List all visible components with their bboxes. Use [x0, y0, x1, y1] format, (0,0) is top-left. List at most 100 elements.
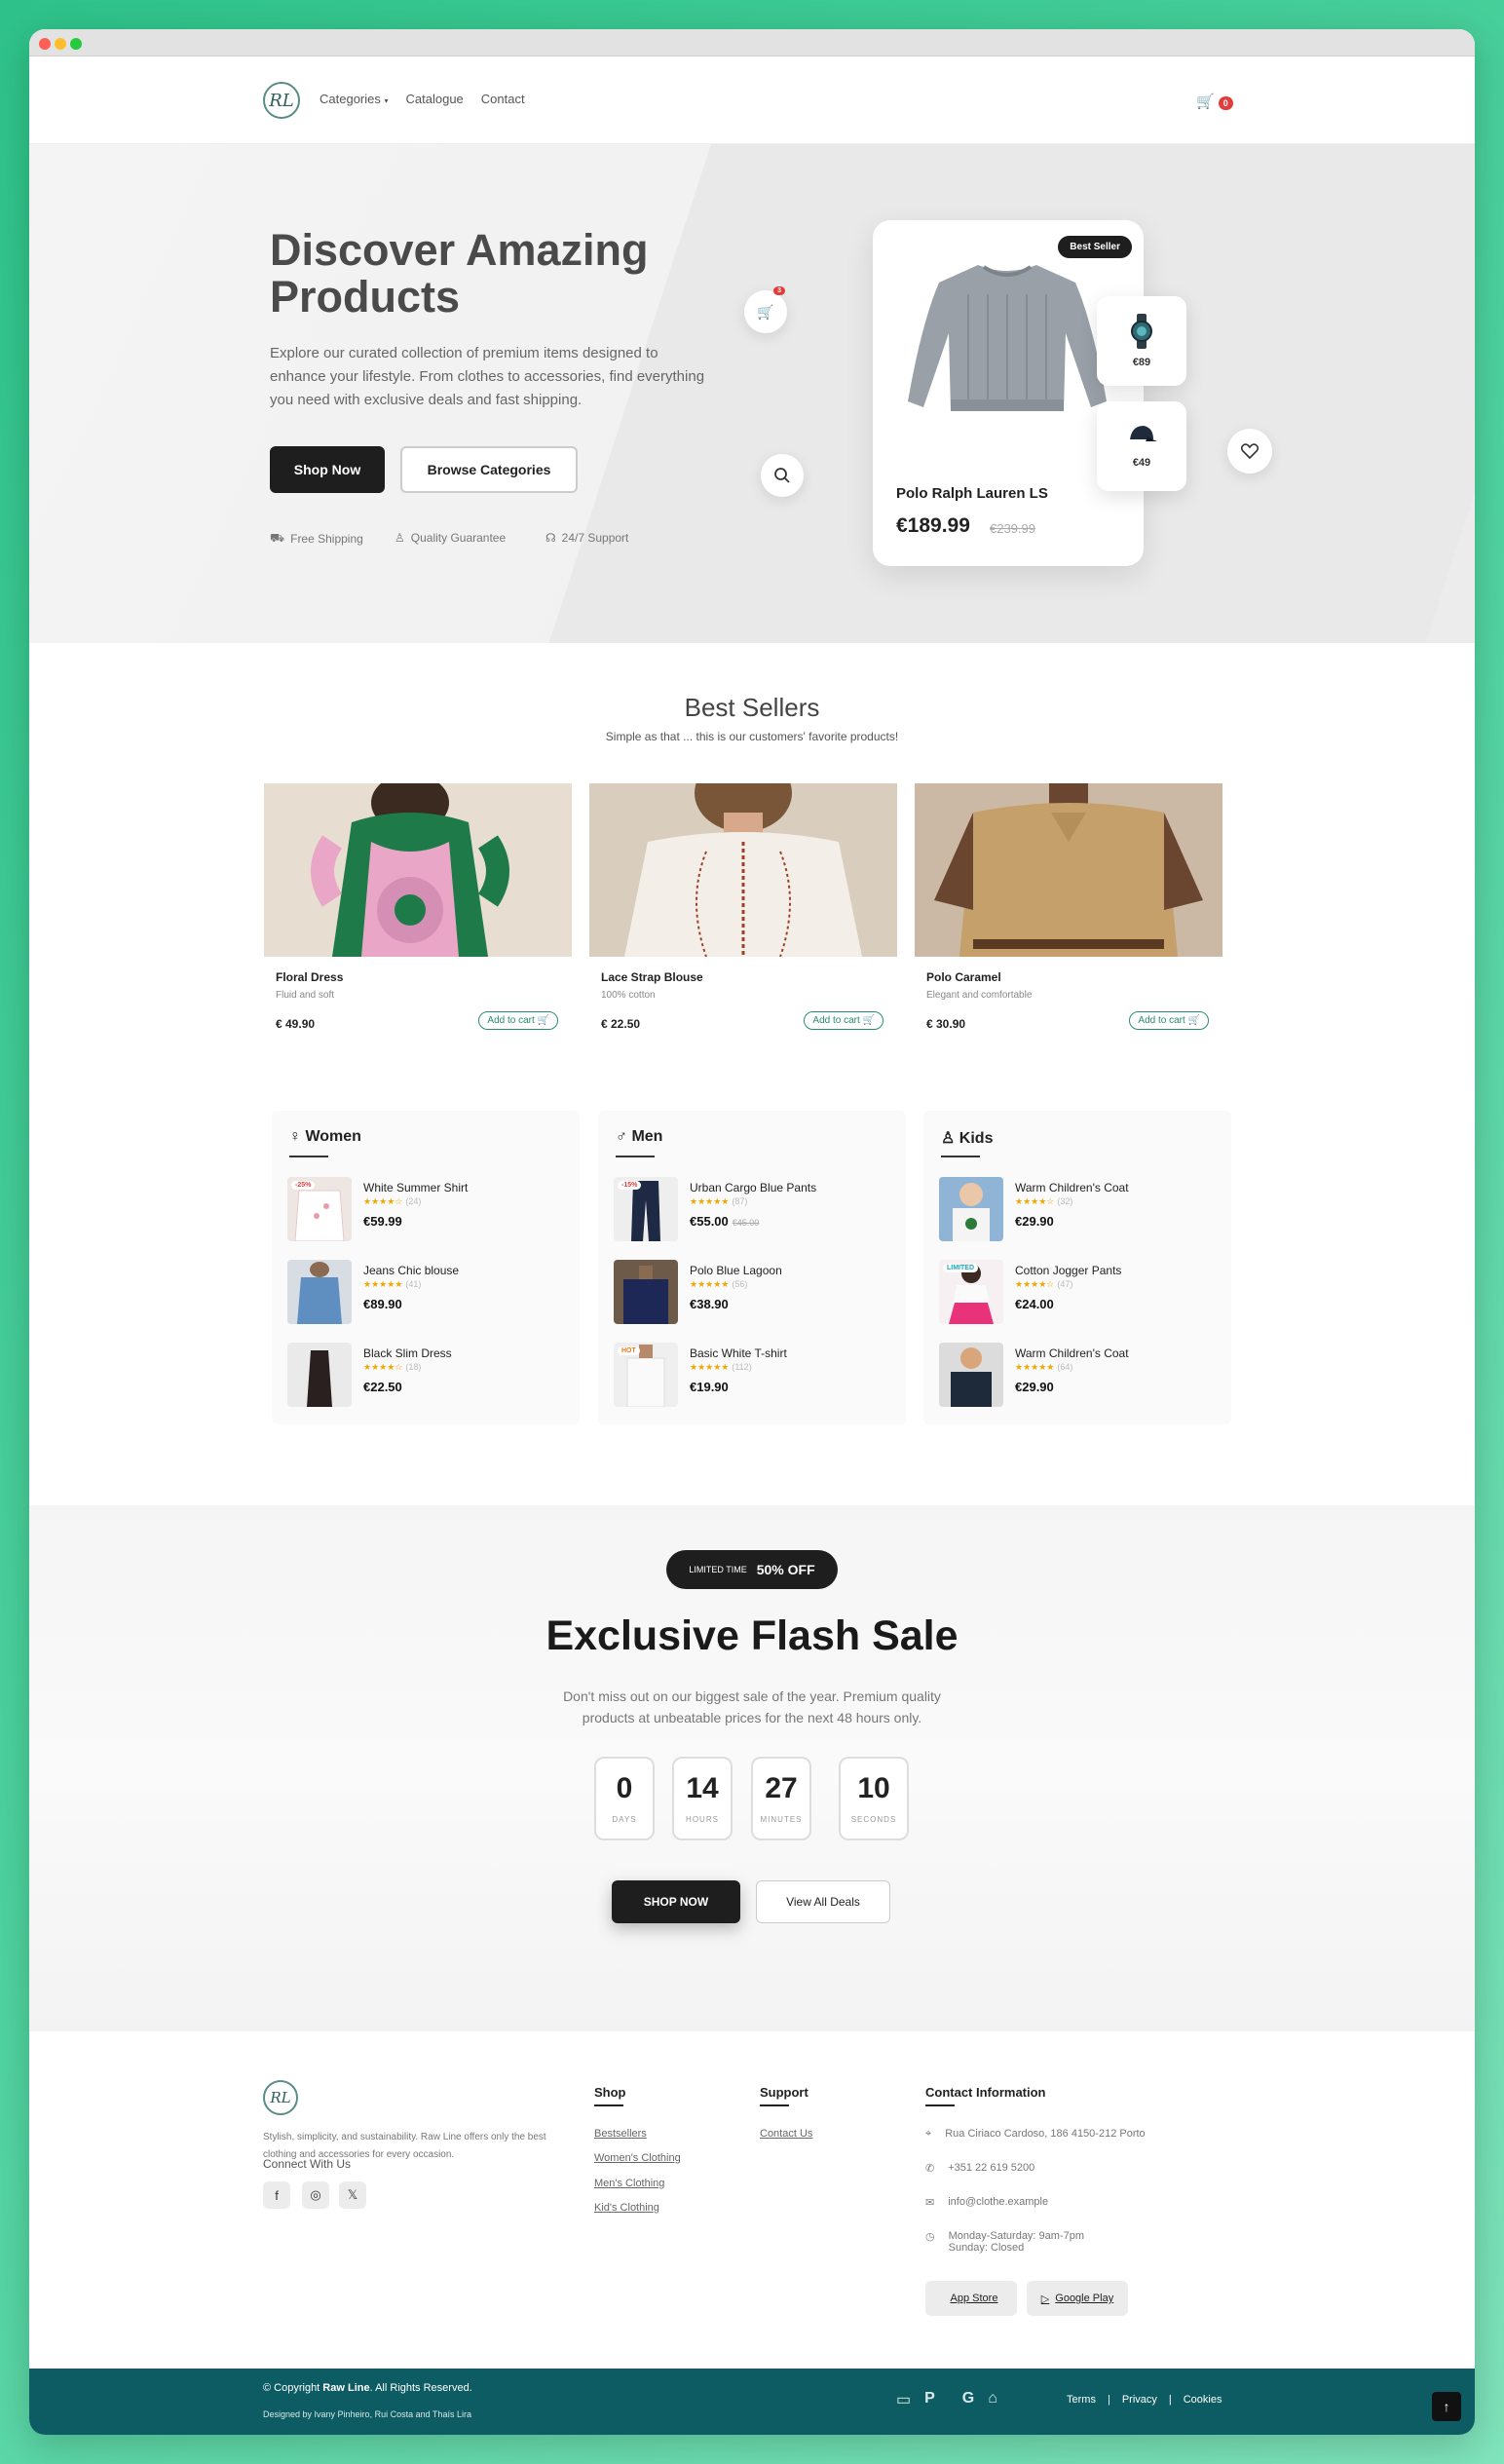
connect-title: Connect With Us	[263, 2157, 352, 2171]
countdown-value: 0	[616, 1772, 633, 1804]
featured-product-card[interactable]: Best Seller Polo Ralph Lauren LS €189.99…	[873, 220, 1144, 566]
cat-product-name: Polo Blue Lagoon	[690, 1264, 782, 1277]
floating-search-button[interactable]	[761, 454, 804, 497]
current-price: €55.00	[690, 1214, 729, 1229]
product-name: Lace Strap Blouse	[601, 970, 703, 984]
category-product[interactable]: Warm Children's Coat ★★★★☆ (32) €29.90	[939, 1177, 1222, 1245]
review-count: (112)	[732, 1362, 752, 1372]
rating-stars: ★★★★★ (64)	[1015, 1362, 1073, 1372]
old-price: €45.00	[732, 1218, 760, 1228]
discount-label: 50% OFF	[756, 1562, 815, 1577]
cat-product-name: Jeans Chic blouse	[363, 1264, 460, 1277]
rating-stars: ★★★★★ (112)	[690, 1362, 752, 1372]
x-twitter-icon[interactable]: 𝕏	[339, 2181, 366, 2209]
countdown-value: 27	[765, 1772, 798, 1804]
google-play-button[interactable]: ▷ Google Play	[1027, 2281, 1128, 2316]
view-all-deals-button[interactable]: View All Deals	[756, 1880, 890, 1923]
category-product[interactable]: Black Slim Dress ★★★★☆ (18) €22.50	[287, 1343, 570, 1411]
footer-link-women[interactable]: Women's Clothing	[594, 2152, 681, 2164]
add-to-cart-button[interactable]: Add to cart 🛒	[1129, 1011, 1209, 1030]
cart-icon: 🛒	[1196, 94, 1215, 110]
contact-email: ✉ info@clothe.example	[925, 2196, 1048, 2209]
mini-watch-card[interactable]: €89	[1097, 296, 1186, 386]
category-product[interactable]: LIMITED Cotton Jogger Pants ★★★★☆ (47) €2…	[939, 1260, 1222, 1328]
watch-icon	[1131, 314, 1152, 349]
contact-hours: ◷ Monday-Saturday: 9am-7pm Sunday: Closed	[925, 2230, 1084, 2254]
copyright-post: . All Rights Reserved.	[369, 2382, 472, 2394]
add-to-cart-label: Add to cart	[812, 1015, 860, 1026]
facebook-icon[interactable]: f	[263, 2181, 290, 2209]
browse-categories-button[interactable]: Browse Categories	[400, 446, 578, 493]
footer-link-contact[interactable]: Contact Us	[760, 2128, 812, 2140]
scroll-top-button[interactable]: ↑	[1432, 2392, 1461, 2421]
review-count: (56)	[732, 1279, 748, 1289]
countdown-value: 10	[857, 1772, 890, 1804]
feature-support: ☊ 24/7 Support	[545, 531, 628, 545]
top-navbar: RL Categories ▾ Catalogue Contact 🛒 0	[29, 57, 1475, 144]
cat-product-price: €38.90	[690, 1297, 729, 1311]
feature-label: 24/7 Support	[561, 531, 629, 545]
footer-link-kids[interactable]: Kid's Clothing	[594, 2202, 659, 2214]
mini-cap-price: €49	[1132, 457, 1151, 469]
countdown-minutes: 27 MINUTES	[751, 1757, 811, 1840]
legal-links: Terms | Privacy | Cookies	[1067, 2394, 1222, 2406]
add-to-cart-button[interactable]: Add to cart 🛒	[804, 1011, 884, 1030]
cart-icon: 🛒	[537, 1015, 549, 1026]
close-dot[interactable]	[39, 38, 51, 50]
add-to-cart-button[interactable]: Add to cart 🛒	[478, 1011, 558, 1030]
hero-description: Explore our curated collection of premiu…	[270, 345, 705, 408]
man-icon: ♂	[616, 1128, 627, 1145]
footer-logo[interactable]: RL	[263, 2080, 298, 2115]
product-card[interactable]: Floral Dress Fluid and soft € 49.90 Add …	[264, 783, 572, 1039]
product-image	[264, 783, 572, 957]
designed-by: Designed by Ivany Pinheiro, Rui Costa an…	[263, 2409, 471, 2419]
category-product[interactable]: Polo Blue Lagoon ★★★★★ (56) €38.90	[614, 1260, 896, 1328]
cat-product-price: €55.00 €45.00	[690, 1214, 759, 1229]
map-pin-icon: ⌖	[925, 2128, 932, 2140]
instagram-icon[interactable]: ◎	[302, 2181, 329, 2209]
privacy-link[interactable]: Privacy	[1122, 2394, 1157, 2406]
copyright-pre: © Copyright	[263, 2382, 323, 2394]
nav-cart-button[interactable]: 🛒 0	[1196, 93, 1233, 110]
category-product[interactable]: HOT Basic White T-shirt ★★★★★ (112) €19.9…	[614, 1343, 896, 1411]
app-store-button[interactable]: App Store	[925, 2281, 1017, 2316]
category-product[interactable]: -15% Urban Cargo Blue Pants ★★★★★ (87) €5…	[614, 1177, 896, 1245]
discount-tag: -25%	[291, 1181, 316, 1190]
category-product[interactable]: Jeans Chic blouse ★★★★★ (41) €89.90	[287, 1260, 570, 1328]
add-to-cart-label: Add to cart	[487, 1015, 535, 1026]
footer-link-bestsellers[interactable]: Bestsellers	[594, 2128, 647, 2140]
countdown-hours: 14 HOURS	[672, 1757, 733, 1840]
search-icon	[774, 468, 790, 483]
wishlist-button[interactable]	[1227, 429, 1272, 474]
play-icon: ▷	[1040, 2293, 1050, 2305]
brand-logo[interactable]: RL	[263, 82, 300, 119]
review-count: (24)	[405, 1196, 422, 1206]
cart-icon: 🛒	[862, 1015, 875, 1026]
mini-watch-price: €89	[1132, 357, 1151, 368]
shop-now-button[interactable]: Shop Now	[270, 446, 385, 493]
footer-link-men[interactable]: Men's Clothing	[594, 2178, 664, 2189]
rating-stars: ★★★★☆ (18)	[363, 1362, 422, 1372]
hours-text: Monday-Saturday: 9am-7pm Sunday: Closed	[949, 2230, 1084, 2254]
nav-categories[interactable]: Categories ▾	[320, 92, 389, 106]
credit-card-icon: ▭	[896, 2392, 912, 2408]
flash-shop-now-button[interactable]: SHOP NOW	[612, 1880, 740, 1923]
hero-title: Discover Amazing Products	[270, 225, 649, 322]
category-product[interactable]: -25% White Summer Shirt ★★★★☆ (24) €59.99	[287, 1177, 570, 1245]
copyright-brand: Raw Line	[322, 2382, 370, 2394]
minimize-dot[interactable]	[55, 38, 66, 50]
floating-cart-button[interactable]: 🛒 3	[744, 286, 787, 333]
category-product[interactable]: Warm Children's Coat ★★★★★ (64) €29.90	[939, 1343, 1222, 1411]
product-card[interactable]: Polo Caramel Elegant and comfortable € 3…	[915, 783, 1222, 1039]
cookies-link[interactable]: Cookies	[1184, 2394, 1222, 2406]
bank-icon: ⌂	[988, 2390, 997, 2407]
mini-cap-card[interactable]: €49	[1097, 401, 1186, 491]
footer-underline	[594, 2104, 623, 2106]
terms-link[interactable]: Terms	[1067, 2394, 1096, 2406]
footer-contact-title: Contact Information	[925, 2085, 1046, 2100]
maximize-dot[interactable]	[70, 38, 82, 50]
nav-catalogue[interactable]: Catalogue	[406, 92, 464, 106]
nav-contact[interactable]: Contact	[481, 92, 525, 106]
flash-sale-section: LIMITED TIME 50% OFF Exclusive Flash Sal…	[29, 1505, 1475, 2031]
product-card[interactable]: Lace Strap Blouse 100% cotton € 22.50 Ad…	[589, 783, 897, 1039]
